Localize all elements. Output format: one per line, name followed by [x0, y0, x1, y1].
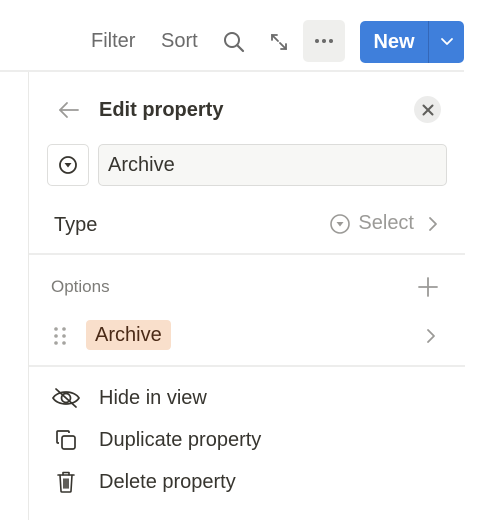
new-button-group: New	[360, 21, 464, 63]
options-label: Options	[51, 277, 110, 296]
sort-button[interactable]: Sort	[161, 30, 198, 53]
back-button[interactable]	[55, 96, 83, 124]
delete-property-button[interactable]: Delete property	[29, 464, 465, 500]
filter-button[interactable]: Filter	[91, 30, 135, 53]
option-tag: Archive	[86, 320, 171, 350]
options-header: Options	[29, 272, 465, 302]
hide-in-view-label: Hide in view	[99, 387, 207, 409]
trash-icon	[51, 470, 81, 494]
hide-in-view-button[interactable]: Hide in view	[29, 380, 465, 416]
close-icon	[422, 104, 433, 115]
delete-property-label: Delete property	[99, 471, 236, 493]
chevron-down-icon	[440, 38, 453, 45]
property-name-row	[47, 144, 447, 186]
option-edit-chevron[interactable]	[421, 326, 441, 346]
property-icon-button[interactable]	[47, 144, 89, 186]
chevron-right-icon	[429, 216, 437, 231]
arrow-left-icon	[59, 102, 79, 118]
eye-off-icon	[51, 386, 81, 410]
property-name-input[interactable]	[98, 144, 447, 186]
section-divider	[29, 253, 465, 255]
close-button[interactable]	[414, 96, 441, 123]
chevron-right-icon	[427, 329, 435, 343]
new-button[interactable]: New	[360, 21, 429, 63]
select-icon	[330, 213, 351, 234]
search-button[interactable]	[214, 20, 254, 64]
add-option-button[interactable]	[415, 274, 441, 300]
database-toolbar: Filter Sort New	[0, 20, 464, 64]
select-icon	[59, 156, 77, 174]
duplicate-property-label: Duplicate property	[99, 429, 262, 451]
duplicate-icon	[51, 428, 81, 452]
duplicate-property-button[interactable]: Duplicate property	[29, 422, 465, 458]
option-item[interactable]: Archive	[29, 318, 465, 354]
type-value-label: Select	[358, 212, 414, 234]
new-dropdown-button[interactable]	[429, 21, 464, 63]
type-label: Type	[54, 214, 98, 236]
type-value: Select	[329, 212, 439, 235]
section-divider	[29, 365, 465, 367]
drag-handle-icon[interactable]	[53, 326, 67, 346]
expand-icon	[271, 34, 287, 50]
more-options-button[interactable]	[303, 20, 345, 62]
expand-button[interactable]	[259, 20, 299, 64]
edit-property-panel: Edit property Type Select Options Archiv…	[28, 72, 465, 520]
search-icon	[224, 32, 245, 53]
plus-icon	[418, 277, 438, 297]
more-horizontal-icon	[315, 39, 333, 43]
panel-header: Edit property	[29, 94, 465, 126]
panel-title: Edit property	[99, 99, 224, 121]
type-row[interactable]: Type Select	[29, 206, 465, 246]
